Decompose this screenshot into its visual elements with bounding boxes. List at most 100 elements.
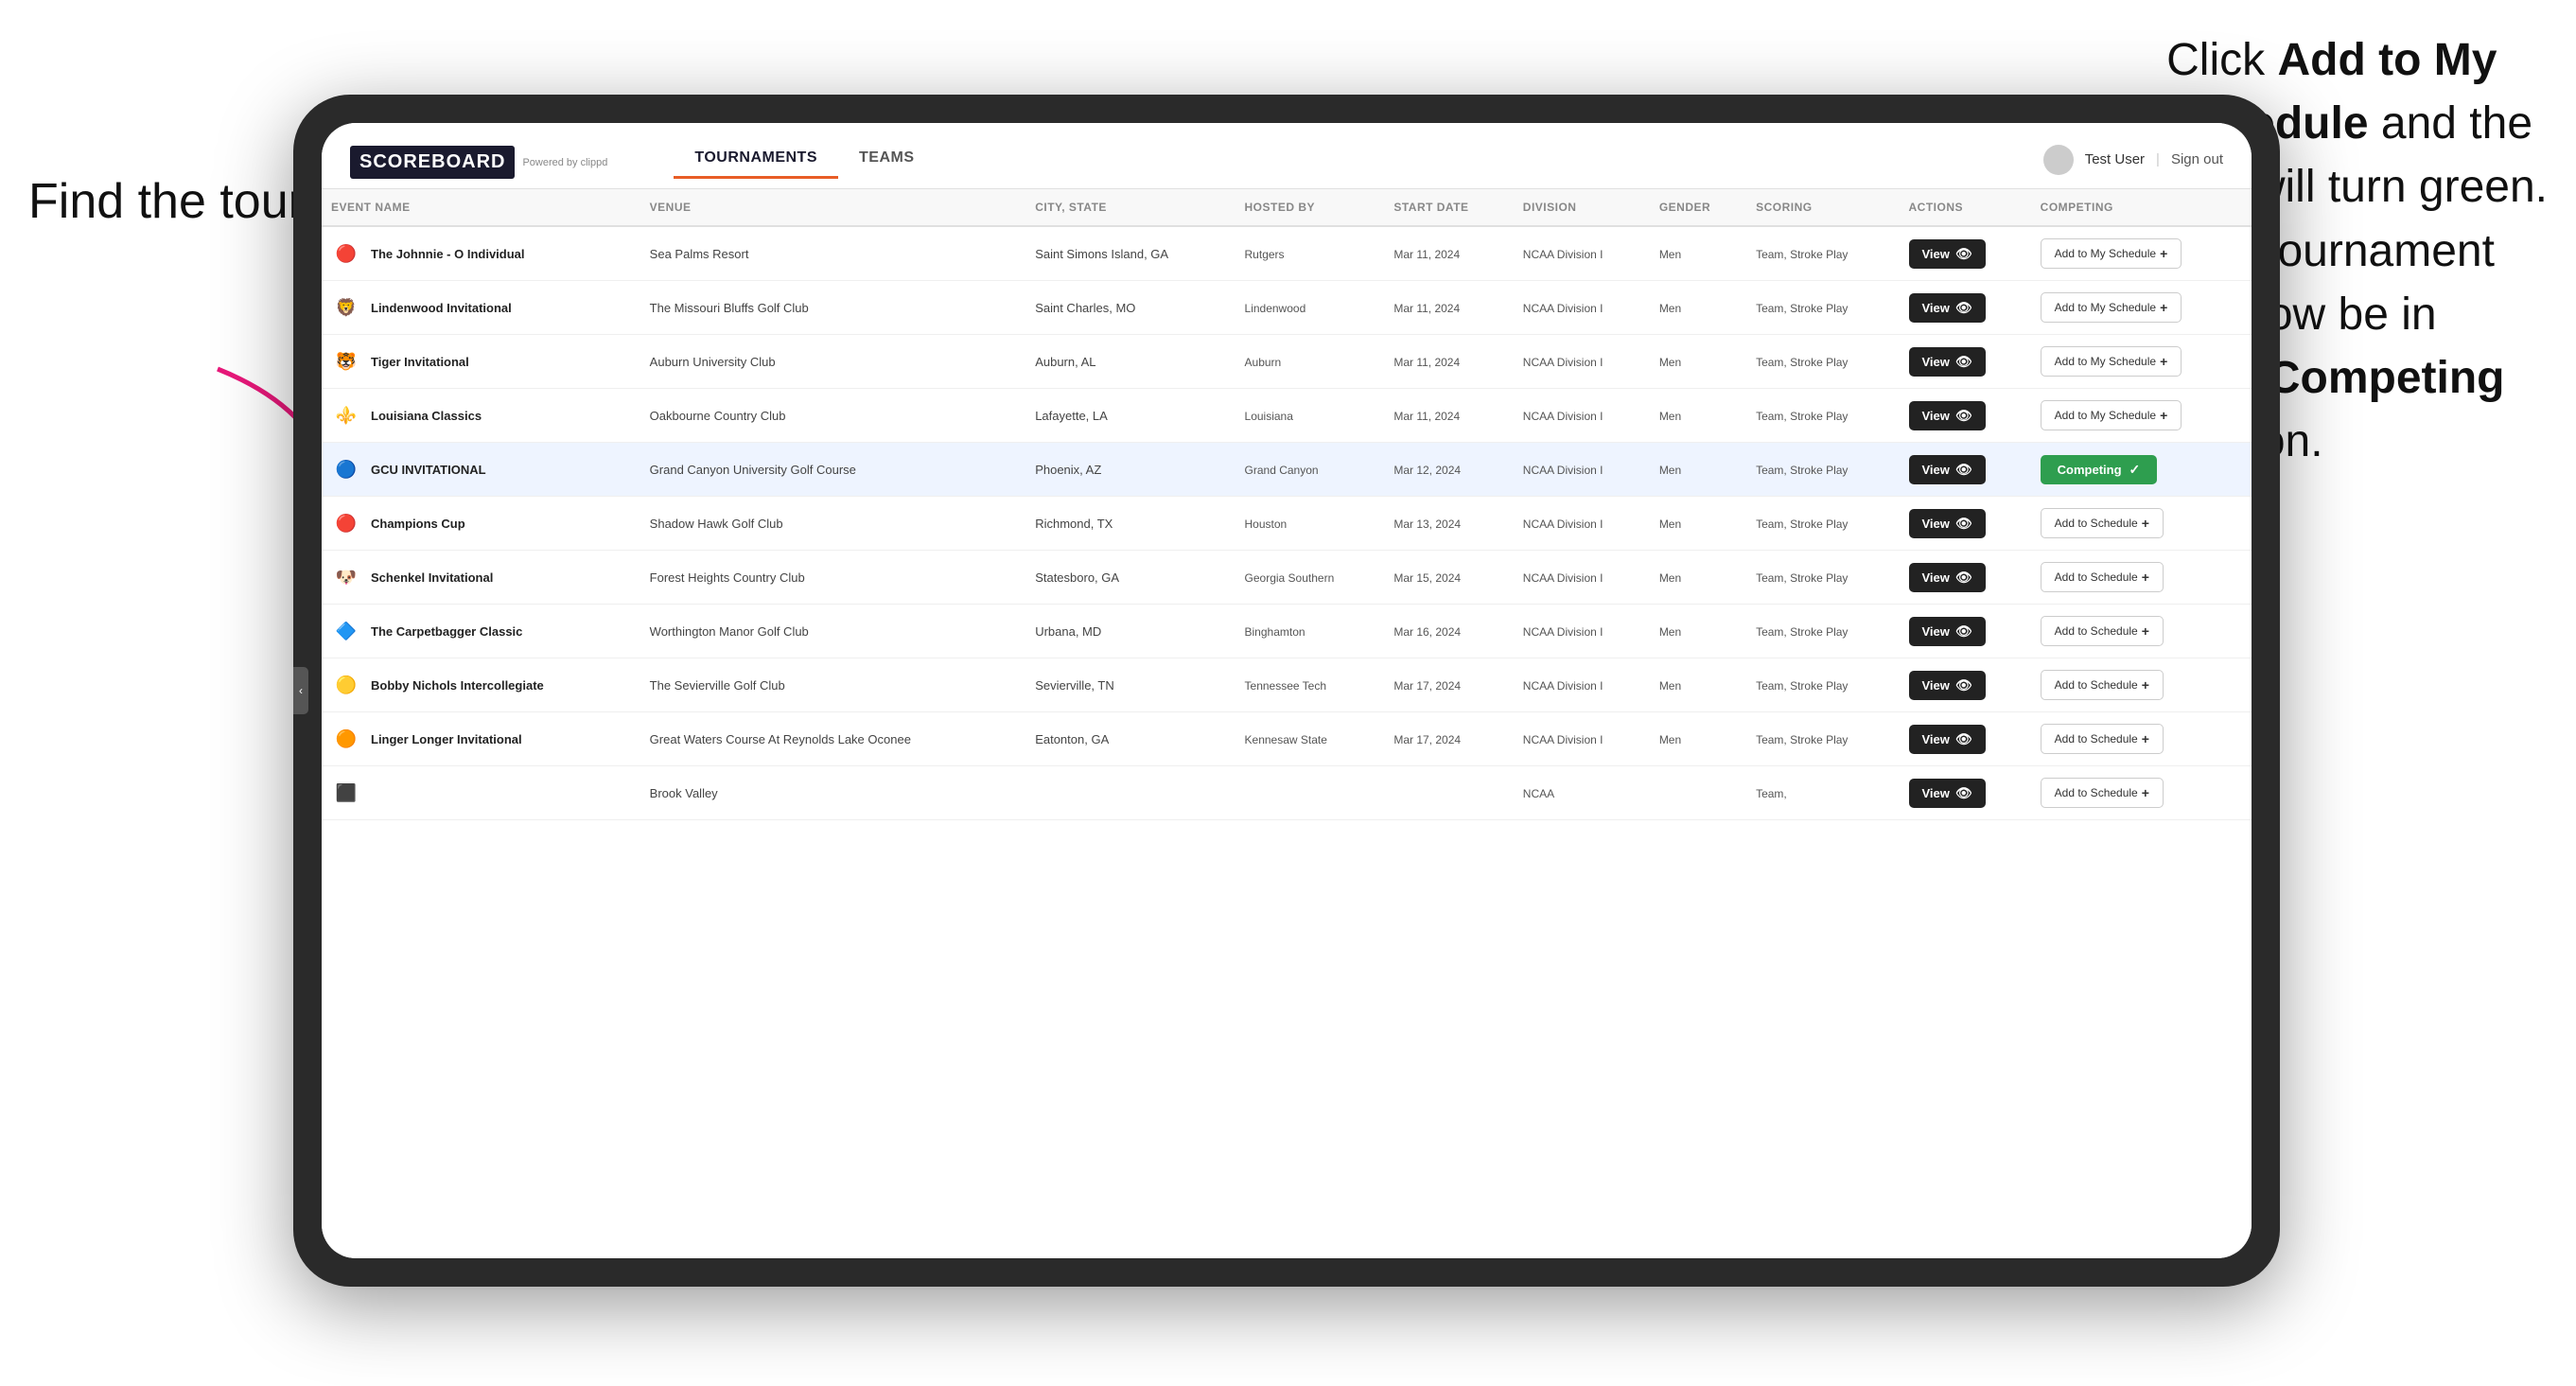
competing-button[interactable]: Competing ✓ — [2041, 455, 2158, 484]
view-button[interactable]: View 👁 — [1909, 671, 1986, 700]
venue-name: Great Waters Course At Reynolds Lake Oco… — [650, 732, 911, 746]
competing-cell: Add to My Schedule + — [2031, 281, 2252, 335]
venue-cell: Sea Palms Resort — [640, 226, 1026, 281]
event-name: Louisiana Classics — [371, 409, 482, 423]
table-container: EVENT NAME VENUE CITY, STATE HOSTED BY S… — [322, 189, 2252, 1258]
competing-label: Competing — [2058, 463, 2122, 477]
add-to-schedule-button[interactable]: Add to My Schedule + — [2041, 292, 2182, 323]
event-name: The Carpetbagger Classic — [371, 624, 522, 639]
add-schedule-label: Add to Schedule — [2055, 624, 2138, 638]
date-cell: Mar 16, 2024 — [1384, 605, 1513, 658]
view-button[interactable]: View 👁 — [1909, 779, 1986, 808]
division-cell: NCAA Division I — [1514, 226, 1650, 281]
view-button[interactable]: View 👁 — [1909, 617, 1986, 646]
sign-out-link[interactable]: Sign out — [2171, 151, 2223, 167]
add-to-schedule-button[interactable]: Add to My Schedule + — [2041, 346, 2182, 377]
city-cell: Saint Simons Island, GA — [1025, 226, 1235, 281]
view-button[interactable]: View 👁 — [1909, 455, 1986, 484]
gender-cell: Men — [1650, 226, 1746, 281]
hosted-by: Rutgers — [1245, 248, 1285, 261]
event-name: Linger Longer Invitational — [371, 732, 522, 746]
date-cell: Mar 11, 2024 — [1384, 226, 1513, 281]
add-to-schedule-button[interactable]: Add to My Schedule + — [2041, 400, 2182, 430]
venue-cell: Grand Canyon University Golf Course — [640, 443, 1026, 497]
view-label: View — [1922, 786, 1950, 800]
add-to-schedule-button[interactable]: Add to My Schedule + — [2041, 238, 2182, 269]
table-row: 🐶 Schenkel Invitational Forest Heights C… — [322, 551, 2252, 605]
event-name: Champions Cup — [371, 517, 465, 531]
start-date: Mar 11, 2024 — [1393, 410, 1460, 423]
gender: Men — [1659, 464, 1681, 477]
city-state: Phoenix, AZ — [1035, 463, 1101, 477]
avatar — [2043, 145, 2074, 175]
start-date: Mar 13, 2024 — [1393, 518, 1461, 531]
competing-cell: Add to My Schedule + — [2031, 389, 2252, 443]
nav-tabs: TOURNAMENTS TEAMS — [674, 140, 935, 179]
actions-cell: View 👁 — [1900, 389, 2031, 443]
division-cell: NCAA Division I — [1514, 443, 1650, 497]
eye-icon: 👁 — [1955, 300, 1972, 316]
col-division: DIVISION — [1514, 189, 1650, 226]
add-schedule-label: Add to My Schedule — [2055, 355, 2156, 368]
scoring-cell: Team, Stroke Play — [1746, 389, 1899, 443]
venue-name: Forest Heights Country Club — [650, 570, 805, 585]
host-cell: Binghamton — [1235, 605, 1385, 658]
venue-name: The Sevierville Golf Club — [650, 678, 785, 693]
host-cell: Auburn — [1235, 335, 1385, 389]
event-name-cell: ⬛ — [322, 766, 640, 820]
view-button[interactable]: View 👁 — [1909, 725, 1986, 754]
event-name-cell: 🔴 Champions Cup — [322, 497, 640, 551]
event-name: Bobby Nichols Intercollegiate — [371, 678, 544, 693]
tablet-frame: ‹ SCOREBOARD Powered by clippd TOURNAMEN… — [293, 95, 2280, 1287]
eye-icon: 👁 — [1955, 246, 1972, 262]
division: NCAA — [1523, 787, 1554, 800]
view-button[interactable]: View 👁 — [1909, 293, 1986, 323]
hosted-by: Houston — [1245, 518, 1288, 531]
view-label: View — [1922, 355, 1950, 369]
view-button[interactable]: View 👁 — [1909, 347, 1986, 377]
view-button[interactable]: View 👁 — [1909, 239, 1986, 269]
scoring-cell: Team, Stroke Play — [1746, 281, 1899, 335]
tab-tournaments[interactable]: TOURNAMENTS — [674, 140, 838, 179]
add-to-schedule-button[interactable]: Add to Schedule + — [2041, 616, 2164, 646]
venue-name: The Missouri Bluffs Golf Club — [650, 301, 809, 315]
view-button[interactable]: View 👁 — [1909, 563, 1986, 592]
add-to-schedule-button[interactable]: Add to Schedule + — [2041, 778, 2164, 808]
hosted-by: Georgia Southern — [1245, 571, 1335, 585]
date-cell: Mar 13, 2024 — [1384, 497, 1513, 551]
tournaments-table: EVENT NAME VENUE CITY, STATE HOSTED BY S… — [322, 189, 2252, 820]
event-name-cell: 🟠 Linger Longer Invitational — [322, 712, 640, 766]
scoring: Team, Stroke Play — [1756, 679, 1848, 693]
venue-name: Auburn University Club — [650, 355, 776, 369]
add-to-schedule-button[interactable]: Add to Schedule + — [2041, 724, 2164, 754]
table-row: 🟡 Bobby Nichols Intercollegiate The Sevi… — [322, 658, 2252, 712]
host-cell: Louisiana — [1235, 389, 1385, 443]
event-name-cell: 🐶 Schenkel Invitational — [322, 551, 640, 605]
plus-icon: + — [2160, 354, 2167, 369]
scoring: Team, Stroke Play — [1756, 356, 1848, 369]
view-button[interactable]: View 👁 — [1909, 401, 1986, 430]
team-logo-icon: 🔴 — [331, 238, 361, 269]
add-schedule-label: Add to Schedule — [2055, 570, 2138, 584]
app-logo: SCOREBOARD — [350, 146, 515, 179]
view-button[interactable]: View 👁 — [1909, 509, 1986, 538]
gender: Men — [1659, 356, 1681, 369]
division-cell: NCAA Division I — [1514, 281, 1650, 335]
hosted-by: Binghamton — [1245, 625, 1306, 639]
add-schedule-label: Add to Schedule — [2055, 678, 2138, 692]
add-to-schedule-button[interactable]: Add to Schedule + — [2041, 670, 2164, 700]
col-hosted-by: HOSTED BY — [1235, 189, 1385, 226]
division-cell: NCAA Division I — [1514, 335, 1650, 389]
add-to-schedule-button[interactable]: Add to Schedule + — [2041, 562, 2164, 592]
eye-icon: 👁 — [1955, 785, 1972, 801]
host-cell: Kennesaw State — [1235, 712, 1385, 766]
add-to-schedule-button[interactable]: Add to Schedule + — [2041, 508, 2164, 538]
scoring: Team, Stroke Play — [1756, 464, 1848, 477]
event-name: GCU INVITATIONAL — [371, 463, 486, 477]
gender-cell: Men — [1650, 281, 1746, 335]
tab-teams[interactable]: TEAMS — [838, 140, 936, 179]
competing-cell: Add to Schedule + — [2031, 658, 2252, 712]
scoring-cell: Team, Stroke Play — [1746, 335, 1899, 389]
date-cell: Mar 11, 2024 — [1384, 335, 1513, 389]
competing-cell: Add to Schedule + — [2031, 766, 2252, 820]
